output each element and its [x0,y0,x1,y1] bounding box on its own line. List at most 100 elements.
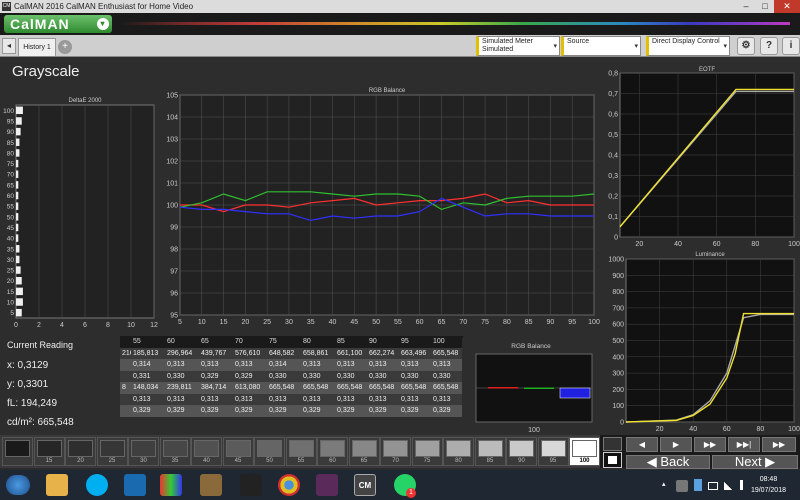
table-header-cell: 80 [301,336,335,348]
tab-history-1[interactable]: History 1 [18,38,56,56]
tray-app-icon[interactable] [676,480,688,492]
grayscale-swatch-black[interactable] [2,437,33,466]
table-cell: 439,767 [199,347,233,359]
rgb-x-tick: 65 [438,319,446,326]
table-cell: 185,813 [131,347,165,359]
display-control-dropdown[interactable]: Direct Display Control ▾ [646,36,730,56]
grayscale-swatch-100[interactable]: 100 [569,437,600,466]
swatch-label: 20 [77,458,84,464]
deltae-bar [16,298,23,306]
grayscale-swatch-80[interactable]: 80 [443,437,474,466]
help-icon[interactable]: ? [760,37,778,55]
minimize-button[interactable]: – [737,0,755,13]
eotf-y-tick: 0,8 [608,71,618,78]
grayscale-swatch-25[interactable]: 25 [96,437,128,466]
table-cell [120,393,131,405]
deltae-bar [16,213,19,221]
meter-dropdown[interactable]: Simulated Meter Simulated ▾ [476,36,560,56]
notification-badge: 1 [406,488,416,498]
skype-icon[interactable] [86,474,108,496]
grayscale-swatch-45[interactable]: 45 [222,437,254,466]
grayscale-swatch-55[interactable]: 55 [285,437,317,466]
luminance-x-tick: 100 [788,426,800,433]
file-explorer-icon[interactable] [46,474,68,496]
grayscale-swatch-95[interactable]: 95 [537,437,569,466]
swatch-fill [162,440,188,457]
add-tab-button[interactable]: + [58,40,72,54]
rgb-balance-bar-chart: RGB Balance 100 [462,338,600,435]
deltae-y-tick: 30 [7,257,15,264]
table-cell: 663,496 [399,347,431,359]
stop-button[interactable] [603,452,622,468]
calman-taskbar-icon[interactable]: CM [354,474,376,496]
deltae-bar [16,191,19,200]
rgb-y-tick: 97 [170,269,178,276]
source-dropdown[interactable]: Source ▾ [561,36,641,56]
table-cell: 0,314 [267,359,301,371]
grayscale-swatch-30[interactable]: 30 [128,437,159,466]
grayscale-swatch-35[interactable]: 35 [159,437,191,466]
grayscale-swatch-65[interactable]: 65 [348,437,380,466]
teamviewer-icon[interactable] [124,474,146,496]
settings-gear-icon[interactable]: ⚙ [737,37,755,55]
luminance-y-tick: 200 [612,387,624,394]
rgb-x-tick: 80 [503,319,511,326]
start-button[interactable] [6,475,30,495]
table-row: 216185,813296,964439,767576,610648,58265… [120,347,463,359]
info-icon[interactable]: i [782,37,800,55]
prev-button[interactable]: ◀ [626,437,658,452]
swatch-label: 45 [234,458,242,464]
grayscale-swatch-15[interactable]: 15 [33,437,65,466]
table-cell: 0,330 [165,370,199,382]
grayscale-swatch-90[interactable]: 90 [506,437,537,466]
volume-icon[interactable] [740,480,750,490]
table-cell: 665,548 [367,382,399,394]
skip-forward-button[interactable]: ▶▶| [728,437,760,452]
deltae-bar [16,117,22,125]
table-cell: 0,329 [301,405,335,417]
swatch-label: 55 [297,458,305,464]
color-bars-icon[interactable] [160,474,182,496]
grayscale-swatch-50[interactable]: 50 [254,437,285,466]
deltae-y-tick: 60 [7,193,15,200]
deltae-y-tick: 40 [7,236,15,243]
network-icon[interactable] [724,480,734,490]
tray-expand-icon[interactable]: ▴ [662,470,666,500]
grayscale-swatch-20[interactable]: 20 [65,437,96,466]
system-clock[interactable]: 08:48 19/07/2018 [751,474,786,496]
bluetooth-icon[interactable] [694,479,702,491]
luminance-y-tick: 300 [612,371,624,378]
meter-line2: Simulated [482,46,514,53]
grayscale-swatch-60[interactable]: 60 [317,437,348,466]
next-button[interactable]: Next ▶ [712,455,798,469]
rgb-x-tick: 5 [178,319,182,326]
grayscale-swatch-85[interactable]: 85 [474,437,506,466]
table-cell: 384,714 [199,382,233,394]
rgb-x-tick: 60 [416,319,424,326]
play-button[interactable]: ▶ [660,437,692,452]
media-player-icon[interactable] [240,474,262,496]
table-row: 0,331 0,330 0,329 0,329 0,330 0,330 0,330 0,330… [120,370,463,382]
back-button[interactable]: ◀ Back [626,455,710,469]
grayscale-swatch-70[interactable]: 70 [380,437,411,466]
chrome-icon[interactable] [278,474,300,496]
battery-icon[interactable] [708,482,718,490]
back-arrow-icon[interactable]: ◂ [2,38,16,54]
play-all-button[interactable]: ▶▶ [694,437,726,452]
maximize-button[interactable]: □ [756,0,774,13]
record-button[interactable] [603,437,622,451]
paint-icon[interactable] [200,474,222,496]
table-header-cell: 55 [131,336,165,348]
swatch-label: 70 [392,458,399,464]
rgb-x-tick: 55 [394,319,402,326]
swatch-fill [257,440,282,457]
close-button[interactable]: ✕ [774,0,800,13]
table-cell: 0,330 [399,370,431,382]
calman-logo-button[interactable]: CalMAN ▾ [4,15,112,33]
page-title: Grayscale [12,63,80,80]
swatch-fill [383,440,408,457]
forward-button[interactable]: ▶▶ [762,437,796,452]
grayscale-swatch-75[interactable]: 75 [411,437,443,466]
grayscale-swatch-40[interactable]: 40 [191,437,222,466]
photo-app-icon[interactable] [316,474,338,496]
